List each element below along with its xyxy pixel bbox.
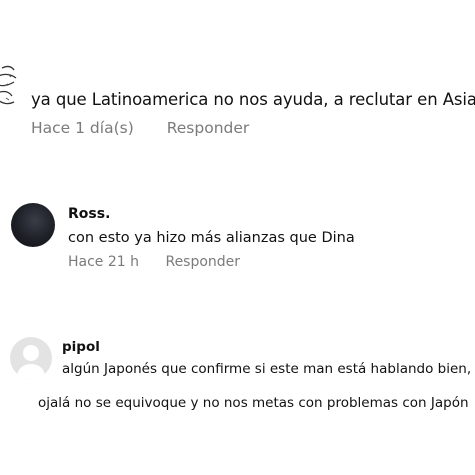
- sketch-face-icon[interactable]: [0, 62, 18, 112]
- user-silhouette-icon: [16, 345, 46, 379]
- comment-text: con esto ya hizo más alianzas que Dina: [68, 230, 355, 246]
- reply-button[interactable]: Responder: [167, 119, 250, 137]
- comment-text: algún Japonés que confirme si este man e…: [62, 361, 472, 377]
- comment-timestamp: Hace 1 día(s): [31, 119, 134, 137]
- default-user-icon[interactable]: [10, 337, 52, 379]
- comment-timestamp: Hace 21 h: [68, 254, 140, 270]
- comment-text-content: ya que Latinoamerica no nos ayuda, a rec…: [31, 90, 475, 109]
- comment-text-continued: ojalá no se equivoque y no nos metas con…: [38, 395, 469, 411]
- comment-author[interactable]: pipol: [62, 339, 100, 355]
- comment-meta: Hace 1 día(s) Responder: [31, 119, 249, 137]
- comment-text: ya que Latinoamerica no nos ayuda, a rec…: [31, 90, 475, 109]
- comment-author[interactable]: Ross.: [68, 206, 110, 222]
- reply-button[interactable]: Responder: [165, 254, 240, 270]
- dark-avatar-icon[interactable]: [11, 203, 55, 247]
- comment-meta: Hace 21 h Responder: [68, 254, 240, 270]
